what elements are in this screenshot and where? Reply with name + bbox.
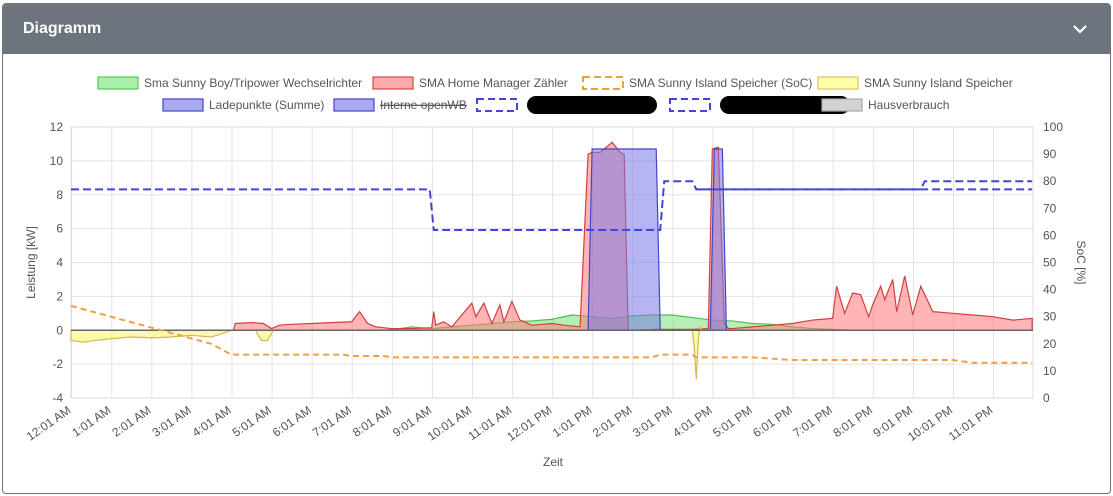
chevron-down-icon[interactable]: [1070, 19, 1090, 39]
y-tick-left: 6: [56, 222, 63, 236]
x-tick: 10:01 AM: [425, 403, 475, 444]
x-tick: 12:01 PM: [504, 403, 554, 444]
legend-item: Hausverbrauch: [868, 98, 949, 112]
card-header[interactable]: Diagramm: [3, 4, 1110, 54]
series-area-2: [70, 325, 1033, 380]
power-chart: -4 -2 0 2 4 6 8 10 12 0 10 20 30 40 50 60 70 80 90 100 12:01…: [24, 76, 1088, 469]
legend-item: SMA Sunny Island Speicher (SoC): [629, 76, 812, 90]
x-tick: 6:01 AM: [270, 403, 314, 440]
x-tick: 3:01 AM: [150, 403, 194, 440]
series-line-7: [696, 180, 1033, 191]
y-tick-right: 30: [1043, 310, 1057, 324]
legend-item: Ladepunkte (Summe): [209, 98, 324, 112]
y-tick-right: 50: [1043, 256, 1057, 270]
y-tick-right: 90: [1043, 147, 1057, 161]
legend-item: SMA Sunny Island Speicher: [864, 76, 1013, 90]
x-tick: 4:01 PM: [670, 403, 715, 440]
x-axis-label: Zeit: [543, 455, 564, 469]
legend-swatch: [372, 76, 414, 90]
y-tick-left: 2: [56, 289, 63, 303]
x-tick: 1:01 AM: [69, 403, 113, 440]
legend-swatch: [333, 98, 375, 112]
legend-item: Interne openWB: [380, 98, 467, 112]
x-tick: 10:01 PM: [905, 403, 955, 444]
x-tick: 5:01 PM: [710, 403, 755, 440]
x-tick: 4:01 AM: [190, 403, 234, 440]
x-tick: 8:01 AM: [350, 403, 394, 440]
legend-swatch: [821, 98, 863, 112]
y-tick-right: 80: [1043, 174, 1057, 188]
x-tick: 6:01 PM: [750, 403, 795, 440]
x-tick: 1:01 PM: [550, 403, 595, 440]
x-tick: 3:01 PM: [630, 403, 675, 440]
y-tick-left: 0: [56, 323, 63, 337]
y-tick-right: 10: [1043, 364, 1057, 378]
series-area-1: [71, 141, 1033, 331]
legend-swatch: [669, 98, 711, 112]
y-tick-left: 8: [56, 188, 63, 202]
y-axis-label-right: SoC [%]: [1074, 240, 1088, 284]
x-tick: 12:01 AM: [24, 403, 74, 444]
y-axis-label-left: Leistung [kW]: [24, 226, 38, 299]
x-tick: 5:01 AM: [230, 403, 274, 440]
y-tick-left: -2: [52, 357, 63, 371]
legend-swatch: [817, 76, 859, 90]
y-tick-right: 100: [1043, 120, 1063, 134]
x-tick: 7:01 AM: [310, 403, 354, 440]
y-tick-left: -4: [52, 391, 63, 405]
y-tick-left: 12: [50, 120, 64, 134]
legend-item: Sma Sunny Boy/Tripower Wechselrichter: [144, 76, 362, 90]
x-tick: 8:01 PM: [830, 403, 875, 440]
x-tick: 7:01 PM: [790, 403, 835, 440]
y-tick-right: 40: [1043, 283, 1057, 297]
y-tick-right: 20: [1043, 337, 1057, 351]
y-tick-right: 60: [1043, 228, 1057, 242]
series-line-6: [71, 180, 1033, 231]
redaction-mark: [527, 96, 657, 114]
legend-swatch: [162, 98, 204, 112]
x-tick: 2:01 AM: [109, 403, 153, 440]
card-title: Diagramm: [23, 20, 102, 37]
y-tick-right: 0: [1043, 391, 1050, 405]
legend-swatch: [97, 76, 139, 90]
x-tick: 11:01 PM: [946, 403, 995, 443]
legend-swatch: [582, 76, 624, 90]
legend-item: SMA Home Manager Zähler: [419, 76, 568, 90]
y-tick-left: 4: [56, 256, 63, 270]
x-tick: 2:01 PM: [590, 403, 635, 440]
diagram-card: Diagramm -4 -2 0 2 4 6 8 10 12 0 10 20 30 40 50 60 70 80 9…: [2, 3, 1111, 494]
y-tick-right: 70: [1043, 201, 1057, 215]
legend-swatch: [476, 98, 518, 112]
y-tick-left: 10: [50, 154, 64, 168]
